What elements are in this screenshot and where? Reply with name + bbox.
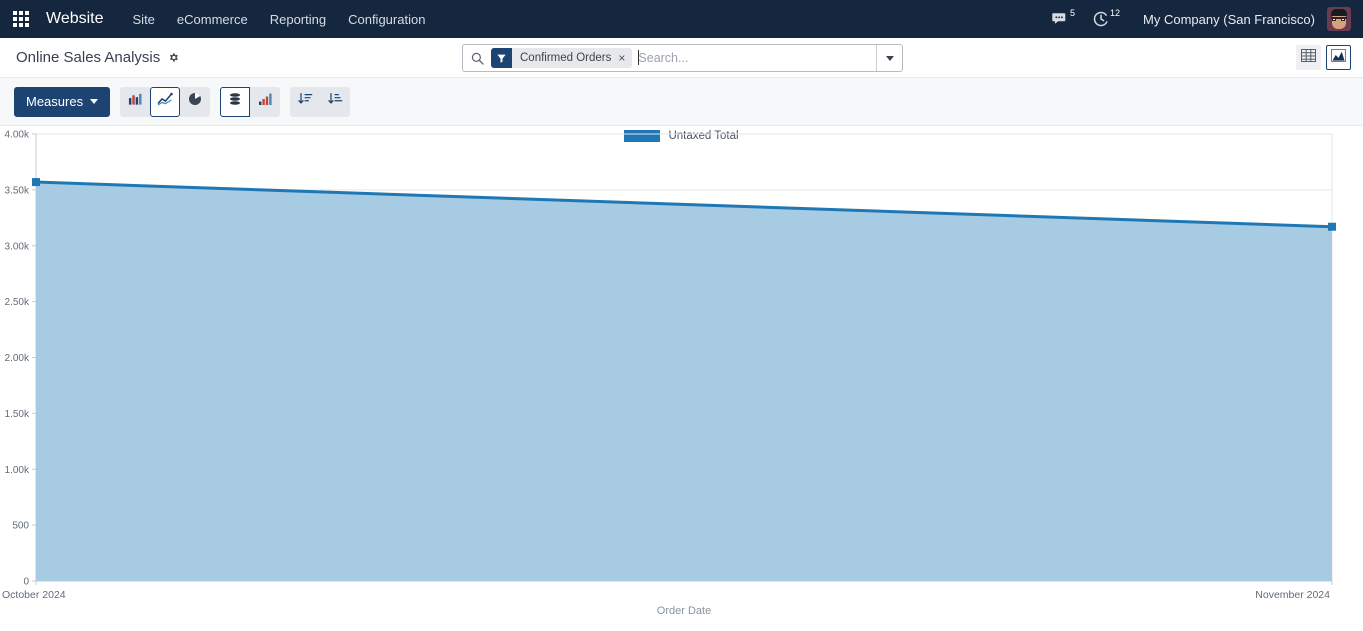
chart-toolbar: Measures	[0, 78, 1363, 126]
navbar-right-section: 5 12 My Company (San Francisco)	[1043, 7, 1353, 31]
ascending-bars-icon	[258, 92, 272, 111]
menu-item-reporting[interactable]: Reporting	[259, 3, 337, 36]
activities-menu-button[interactable]: 12	[1084, 7, 1129, 31]
chart-type-group	[120, 86, 211, 117]
page-title: Online Sales Analysis	[16, 49, 161, 66]
chart-type-line-button[interactable]	[150, 86, 181, 117]
data-point[interactable]	[1328, 222, 1336, 231]
avatar-hair	[1331, 9, 1347, 16]
apps-grid-icon[interactable]	[8, 6, 34, 32]
sort-ascending-icon	[327, 92, 343, 111]
control-panel: Online Sales Analysis Confirmed Orders ×…	[0, 38, 1363, 78]
chart-type-pie-button[interactable]	[180, 86, 211, 117]
close-icon[interactable]: ×	[618, 52, 625, 64]
stacked-icon	[228, 92, 242, 111]
view-button-pivot[interactable]	[1296, 45, 1321, 70]
y-axis-tick-label: 2.00k	[5, 353, 30, 364]
search-facet-text: Confirmed Orders	[520, 52, 612, 64]
main-menu: Site eCommerce Reporting Configuration	[122, 3, 437, 36]
chevron-down-icon	[90, 99, 99, 104]
line-chart-icon	[157, 92, 173, 111]
menu-item-ecommerce[interactable]: eCommerce	[166, 3, 259, 36]
view-button-graph[interactable]	[1326, 45, 1351, 70]
filter-icon	[491, 48, 512, 68]
messages-count-badge: 5	[1070, 7, 1076, 18]
search-facet-confirmed-orders[interactable]: Confirmed Orders ×	[491, 48, 633, 68]
activities-count-badge: 12	[1110, 7, 1121, 18]
gear-icon[interactable]	[167, 51, 180, 64]
view-switcher	[1296, 45, 1351, 70]
messages-icon	[1052, 12, 1069, 27]
y-axis-tick-label: 0	[23, 577, 29, 588]
sort-ascending-button[interactable]	[320, 86, 351, 117]
graph-chart-icon	[1331, 48, 1346, 67]
company-switcher[interactable]: My Company (San Francisco)	[1129, 12, 1325, 27]
y-axis-tick-label: 3.50k	[5, 185, 30, 196]
search-view: Confirmed Orders ×	[462, 44, 903, 72]
y-axis-tick-label: 3.00k	[5, 241, 30, 252]
chart-mode-cumulative-button[interactable]	[250, 86, 281, 117]
app-brand-website[interactable]: Website	[46, 10, 104, 28]
search-facet-label: Confirmed Orders ×	[512, 48, 633, 68]
breadcrumb: Online Sales Analysis	[16, 49, 180, 66]
y-axis-tick-label: 2.50k	[5, 297, 30, 308]
area-chart[interactable]: 0 500 1.00k 1.50k 2.00k 2.50k 3.00k 3.50k 4.00k O…	[0, 126, 1363, 631]
search-input[interactable]	[638, 45, 876, 71]
search-toggle-caret	[885, 55, 894, 61]
bar-chart-icon	[128, 92, 143, 111]
pie-chart-icon	[188, 92, 202, 111]
top-navbar: Website Site eCommerce Reporting Configu…	[0, 0, 1363, 38]
y-axis-tick-label: 1.50k	[5, 409, 30, 420]
search-icon	[463, 45, 491, 71]
menu-item-configuration[interactable]: Configuration	[337, 3, 436, 36]
y-axis-tick-label: 500	[12, 521, 29, 532]
pivot-table-icon	[1301, 48, 1316, 67]
chart-mode-stacked-button[interactable]	[220, 86, 251, 117]
activities-clock-icon	[1093, 11, 1109, 27]
avatar-eye-right	[1341, 18, 1345, 21]
x-axis-tick-label: November 2024	[1255, 589, 1330, 601]
chart-mode-group	[220, 86, 281, 117]
messages-menu-button[interactable]: 5	[1043, 8, 1084, 31]
text-caret	[638, 50, 640, 65]
y-axis-tick-label: 1.00k	[5, 465, 30, 476]
area-fill-untaxed-total	[36, 182, 1332, 582]
sort-descending-button[interactable]	[290, 86, 321, 117]
user-avatar[interactable]	[1327, 7, 1351, 31]
y-axis-tick-label: 4.00k	[5, 130, 30, 141]
chevron-down-icon[interactable]	[876, 45, 902, 71]
search-input-wrap	[638, 45, 876, 71]
graph-renderer: Untaxed Total 0 500 1.00k 1.50k 2.00k 2.50k 3.…	[0, 126, 1363, 631]
x-axis-tick-label: October 2024	[2, 589, 66, 601]
x-axis-title: Order Date	[657, 605, 711, 617]
data-point[interactable]	[32, 178, 40, 187]
menu-item-site[interactable]: Site	[122, 3, 166, 36]
measures-label: Measures	[26, 94, 84, 109]
chart-type-bar-button[interactable]	[120, 86, 151, 117]
avatar-eye-left	[1332, 18, 1336, 21]
measures-dropdown-button[interactable]: Measures	[14, 86, 111, 117]
sort-descending-icon	[297, 92, 313, 111]
chart-sort-group	[290, 86, 351, 117]
